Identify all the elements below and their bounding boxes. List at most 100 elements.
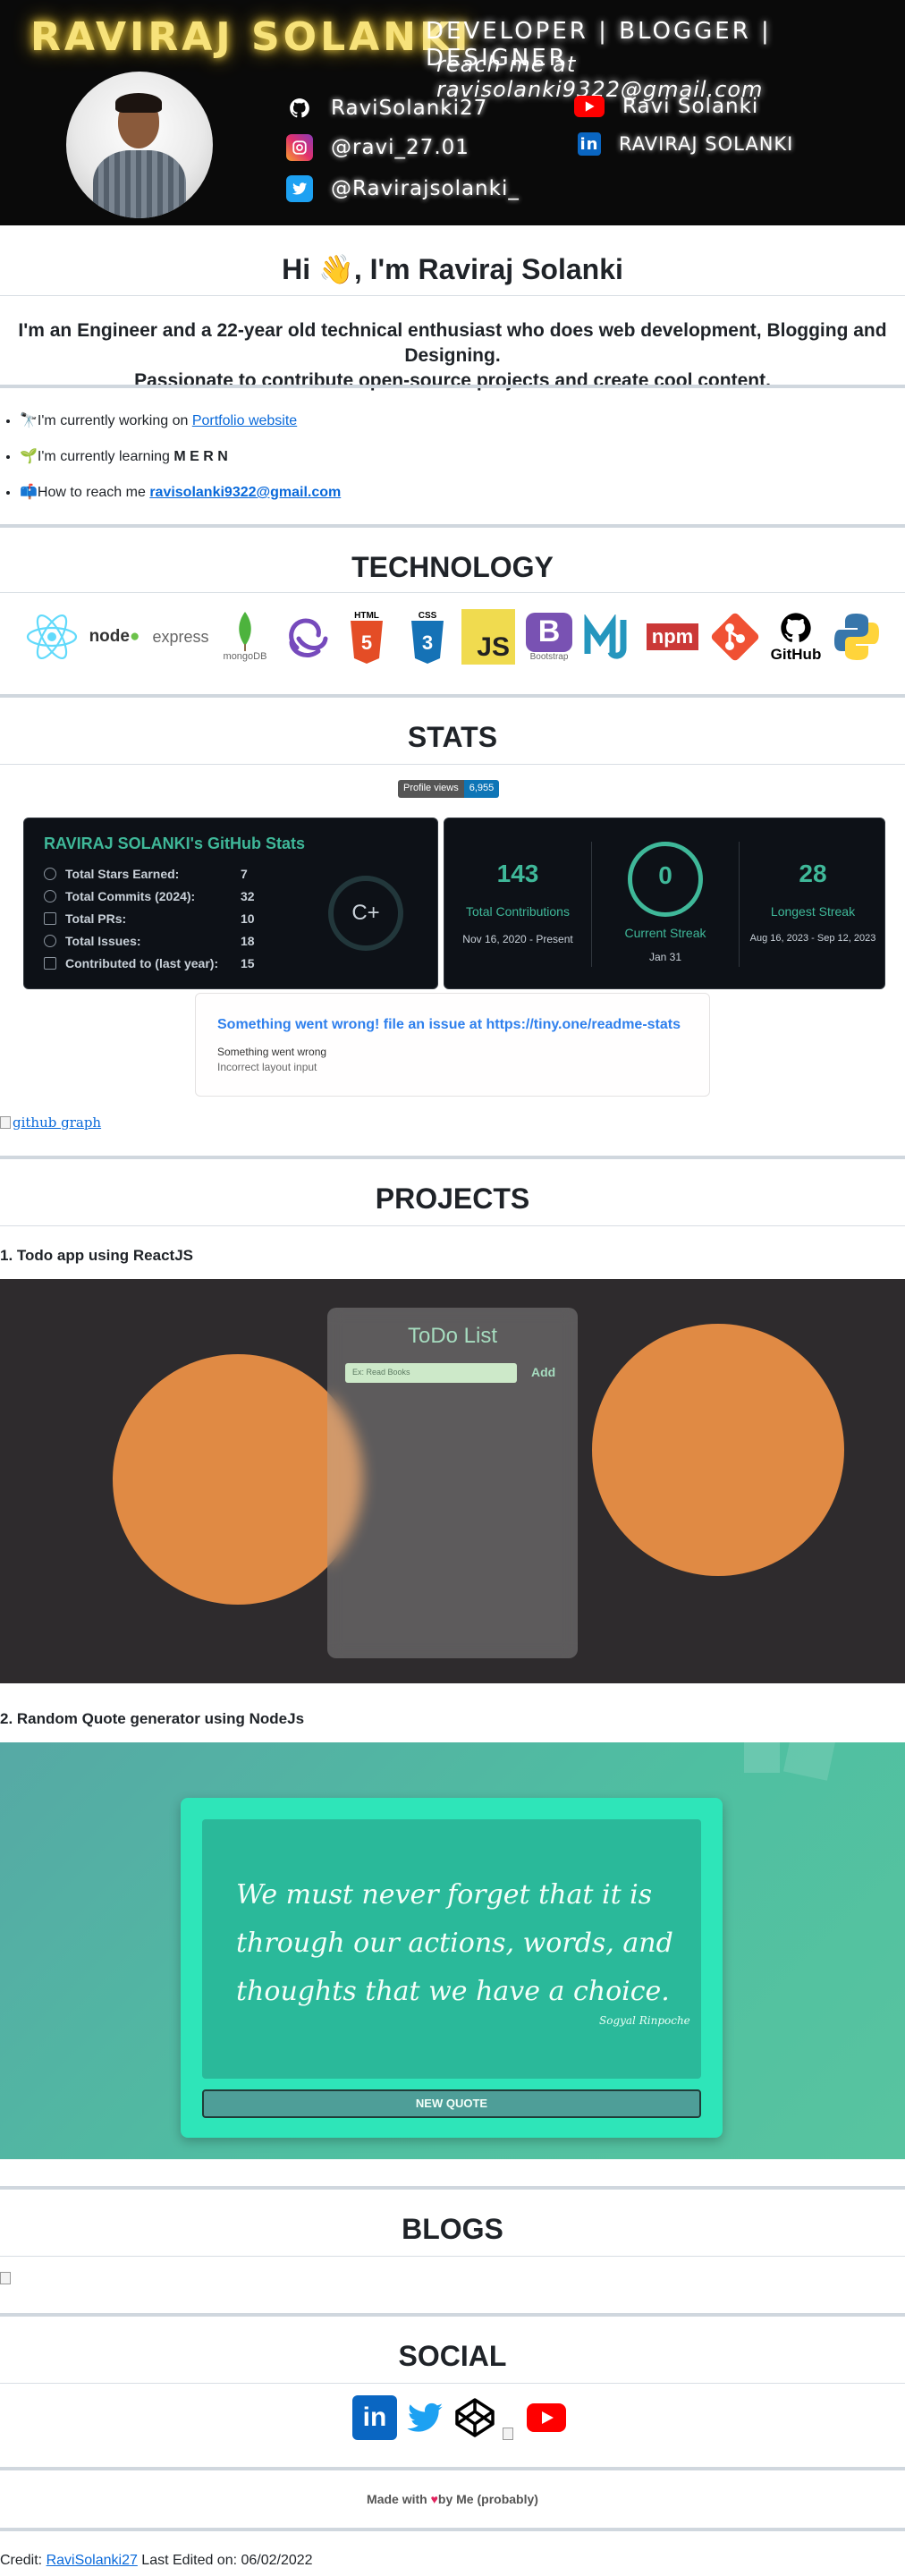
banner-linkedin-link: in RAVIRAJ SOLANKI [578,132,793,156]
svg-text:3: 3 [422,631,433,654]
error-message: Something went wrong [217,1046,327,1058]
profile-views-badge: Profile views 6,955 [398,780,500,798]
banner-linkedin-label: RAVIRAJ SOLANKI [619,133,794,155]
credit-link[interactable]: RaviSolanki27 [47,2553,138,2568]
banner-instagram-link: @ravi_27.01 [286,134,469,161]
broken-image-icon [0,2272,11,2284]
social-links: in [352,2395,567,2440]
section-divider [0,385,905,388]
stat-row: Total Commits (2024): 32 [44,887,255,905]
page-title: Hi 👋, I'm Raviraj Solanki [282,253,623,285]
repo-icon [44,957,56,970]
section-divider [0,2313,905,2317]
credit-line: Credit: RaviSolanki27 Last Edited on: 06… [0,2553,313,2568]
youtube-icon[interactable] [526,2395,567,2440]
divider [0,764,905,765]
banner-github-label: RaviSolanki27 [331,97,488,120]
todo-app-screenshot: ToDo List Ex: Read Books Add [0,1279,905,1683]
materialize-icon [583,609,637,665]
divider [0,1225,905,1226]
broken-image-icon[interactable] [503,2422,520,2440]
stats-heading: STATS [407,721,498,753]
list-item: 📫How to reach me ravisolanki9322@gmail.c… [20,481,341,517]
learning-stack: M E R N [173,449,228,464]
banner-twitter-label: @Ravirajsolanki_ [331,177,520,200]
avatar [66,72,213,218]
intro-description-line-1: I'm an Engineer and a 22-year old techni… [18,320,887,366]
streak-total: 143 Total Contributions Nov 16, 2020 - P… [462,860,573,945]
profile-views-label: Profile views [398,780,464,798]
streak-longest: 28 Longest Streak Aug 16, 2023 - Sep 12,… [749,860,876,944]
intro-description: I'm an Engineer and a 22-year old techni… [0,318,905,394]
blog-image [0,2272,14,2286]
banner-instagram-label: @ravi_27.01 [331,136,469,159]
quote-text: We must never forget that it is through … [236,1879,673,2007]
git-icon [708,609,762,665]
technology-icons: node ● express mongoDB HTML 5 CSS 3 JS B … [25,605,884,669]
youtube-icon [574,96,605,117]
social-heading: SOCIAL [398,2340,507,2372]
twitter-icon [286,175,313,202]
divider [0,295,905,296]
error-title: Something went wrong! file an issue at h… [217,1017,681,1032]
codepen-icon[interactable] [452,2395,497,2440]
list-item-text: I'm currently working on [37,413,192,428]
section-divider [0,2528,905,2531]
blogs-heading: BLOGS [402,2213,503,2245]
stat-row: Contributed to (last year): 15 [44,954,255,972]
portfolio-link[interactable]: Portfolio website [192,413,297,428]
todo-input: Ex: Read Books [345,1363,517,1383]
profile-views-count: 6,955 [463,780,500,798]
github-icon [286,95,313,122]
streak-current: 0 Current Streak Jan 31 [592,818,739,990]
quote-card: We must never forget that it is through … [181,1798,723,2138]
github-stats-title: RAVIRAJ SOLANKI's GitHub Stats [44,835,305,852]
streak-stats-card: 143 Total Contributions Nov 16, 2020 - P… [444,818,885,989]
todo-title: ToDo List [407,1324,498,1348]
heart-icon: ♥ [430,2492,438,2506]
divider [0,2256,905,2257]
github-stats-card: RAVIRAJ SOLANKI's GitHub Stats Total Sta… [23,818,438,989]
linkedin-icon[interactable]: in [352,2395,397,2440]
github-graph-link[interactable]: github graph [0,1114,101,1131]
banner-twitter-link: @Ravirajsolanki_ [286,175,520,202]
section-divider [0,524,905,528]
decor-circle [592,1324,844,1576]
npm-icon: npm [644,609,701,665]
issue-icon [44,935,56,947]
stat-row: Total PRs: 10 [44,910,255,928]
python-icon [830,609,884,665]
section-divider [0,694,905,698]
stat-row: Total Stars Earned: 7 [44,865,248,883]
section-divider [0,2467,905,2470]
mailbox-icon: 📫 [20,485,38,500]
html5-icon: HTML 5 [340,609,393,665]
new-quote-button: NEW QUOTE [202,2089,701,2118]
quote-panel: We must never forget that it is through … [202,1819,701,2079]
section-divider [0,2186,905,2190]
history-icon [44,890,56,902]
seedling-icon: 🌱 [20,449,38,464]
telescope-icon: 🔭 [20,413,38,428]
redux-icon [279,609,333,665]
banner-name: RAVIRAJ SOLANKI [30,14,472,60]
svg-text:5: 5 [361,631,372,654]
twitter-icon[interactable] [402,2395,447,2440]
banner-youtube-link: Ravi Solanki [574,95,758,118]
list-item: 🔭I'm currently working on Portfolio webs… [20,410,341,445]
css3-icon: CSS 3 [401,609,454,665]
divider [0,592,905,593]
stat-row: Total Issues: 18 [44,932,255,950]
list-item: 🌱I'm currently learning M E R N [20,445,341,481]
github-icon: GitHub [769,609,823,665]
list-item-text: I'm currently learning [37,449,174,464]
bootstrap-icon: B Bootstrap [522,609,576,665]
email-link[interactable]: ravisolanki9322@gmail.com [149,485,341,500]
react-icon [25,609,79,665]
divider [0,2383,905,2384]
pull-request-icon [44,912,56,925]
star-icon [44,868,56,880]
quote-author: Sogyal Rinpoche [599,2014,690,2027]
linkedin-icon: in [578,132,601,156]
mongodb-icon: mongoDB [218,609,272,665]
